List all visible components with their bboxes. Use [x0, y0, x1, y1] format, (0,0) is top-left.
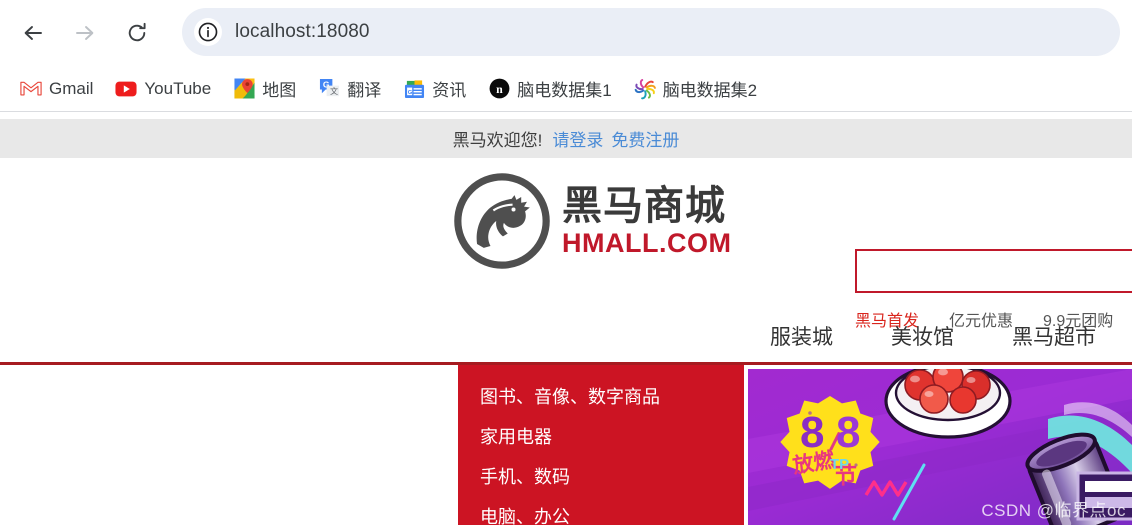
showcase: 图书、音像、数字商品 家用电器 手机、数码 电脑、办公 8 / 8 放燃 节 T…: [0, 365, 1132, 525]
bookmark-gmail[interactable]: Gmail: [14, 73, 99, 105]
bookmark-youtube[interactable]: YouTube: [109, 73, 217, 105]
back-arrow-icon: [24, 26, 42, 40]
bookmark-label: 脑电数据集1: [517, 81, 612, 100]
reload-icon: [128, 22, 146, 42]
login-link[interactable]: 请登录: [552, 126, 603, 151]
forward-button[interactable]: [65, 13, 105, 53]
logo-name-cn: 黑马商城: [562, 183, 726, 228]
search-input[interactable]: [857, 251, 1132, 291]
url-text[interactable]: localhost:18080: [235, 21, 370, 43]
category-item-computers[interactable]: 电脑、办公: [480, 497, 744, 525]
gmail-icon: [20, 78, 42, 100]
svg-text:文: 文: [330, 86, 338, 96]
bookmark-translate[interactable]: G 文 翻译: [312, 73, 387, 105]
bookmark-news[interactable]: G 资讯: [397, 73, 472, 105]
nature-icon: n: [488, 78, 510, 100]
welcome-bar: 黑马欢迎您! 请登录 免费注册: [0, 119, 1132, 158]
bookmarks-bar: Gmail YouTube 地图 G 文 翻译 G 资讯 n 脑电数据集1 脑电…: [0, 66, 1132, 111]
page-viewport: 黑马欢迎您! 请登录 免费注册 黑马商城 HMALL.COM 黑马首发 亿元优惠…: [0, 112, 1132, 525]
svg-text:G: G: [407, 89, 412, 95]
hero-banner[interactable]: 8 / 8 放燃 节 TP CSDN @临界点oc: [748, 369, 1132, 525]
bookmark-maps[interactable]: 地图: [227, 73, 302, 105]
bookmark-label: 资讯: [432, 81, 467, 100]
category-item-books[interactable]: 图书、音像、数字商品: [480, 377, 744, 417]
google-maps-icon: [233, 78, 255, 100]
bookmark-label: 翻译: [347, 81, 382, 100]
welcome-greeting: 黑马欢迎您!: [452, 131, 543, 150]
bookmark-label: 地图: [262, 81, 297, 100]
site-header: 黑马商城 HMALL.COM 黑马首发 亿元优惠 9.9元团购: [0, 158, 1132, 330]
logo-wordmark: 黑马商城 HMALL.COM: [562, 185, 731, 257]
svg-text:n: n: [496, 82, 503, 96]
search-box[interactable]: [855, 249, 1132, 293]
bookmark-label: YouTube: [144, 78, 212, 98]
nav-item-beauty[interactable]: 美妆馆: [891, 321, 954, 351]
pinwheel-icon: [634, 78, 656, 100]
bookmark-eeg-dataset-2[interactable]: 脑电数据集2: [628, 73, 763, 105]
site-info-icon[interactable]: [194, 18, 222, 46]
svg-text:8: 8: [836, 408, 860, 457]
address-bar[interactable]: localhost:18080: [182, 8, 1120, 56]
bookmark-eeg-dataset-1[interactable]: n 脑电数据集1: [482, 73, 617, 105]
brand-logo[interactable]: 黑马商城 HMALL.COM: [454, 173, 731, 269]
nav-item-clothing[interactable]: 服装城: [770, 321, 833, 351]
browser-toolbar: localhost:18080: [0, 0, 1132, 66]
forward-arrow-icon: [76, 26, 94, 40]
logo-name-en: HMALL.COM: [562, 227, 732, 258]
bookmark-label: Gmail: [49, 78, 94, 98]
google-news-icon: G: [403, 78, 425, 100]
bookmark-label: 脑电数据集2: [662, 81, 758, 100]
register-link[interactable]: 免费注册: [611, 126, 679, 151]
horse-head-logo: [454, 173, 550, 269]
info-circle-icon: [198, 22, 218, 42]
youtube-icon: [115, 78, 137, 100]
back-button[interactable]: [13, 13, 53, 53]
reload-button[interactable]: [117, 13, 157, 53]
browser-chrome: localhost:18080 Gmail YouTube 地图 G 文 翻译 …: [0, 0, 1132, 112]
main-nav: 服装城 美妆馆 黑马超市: [0, 308, 1132, 363]
svg-text:TP: TP: [830, 456, 849, 473]
google-translate-icon: G 文: [318, 78, 340, 100]
banner-artwork: 8 / 8 放燃 节 TP: [748, 369, 1132, 525]
nav-item-supermarket[interactable]: 黑马超市: [1012, 321, 1096, 351]
category-panel: 图书、音像、数字商品 家用电器 手机、数码 电脑、办公: [458, 365, 744, 525]
category-item-appliances[interactable]: 家用电器: [480, 417, 744, 457]
category-item-phones[interactable]: 手机、数码: [480, 457, 744, 497]
